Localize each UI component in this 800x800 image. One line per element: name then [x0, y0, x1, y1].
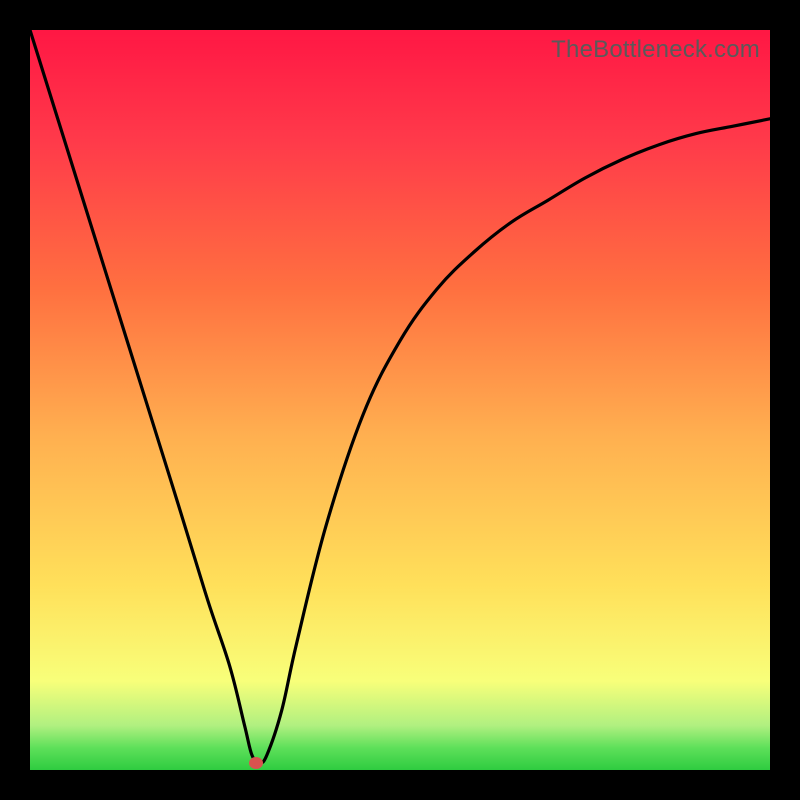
plot-area: TheBottleneck.com — [30, 30, 770, 770]
bottleneck-curve — [30, 30, 770, 770]
chart-frame: TheBottleneck.com — [0, 0, 800, 800]
optimal-point-marker — [249, 757, 263, 769]
